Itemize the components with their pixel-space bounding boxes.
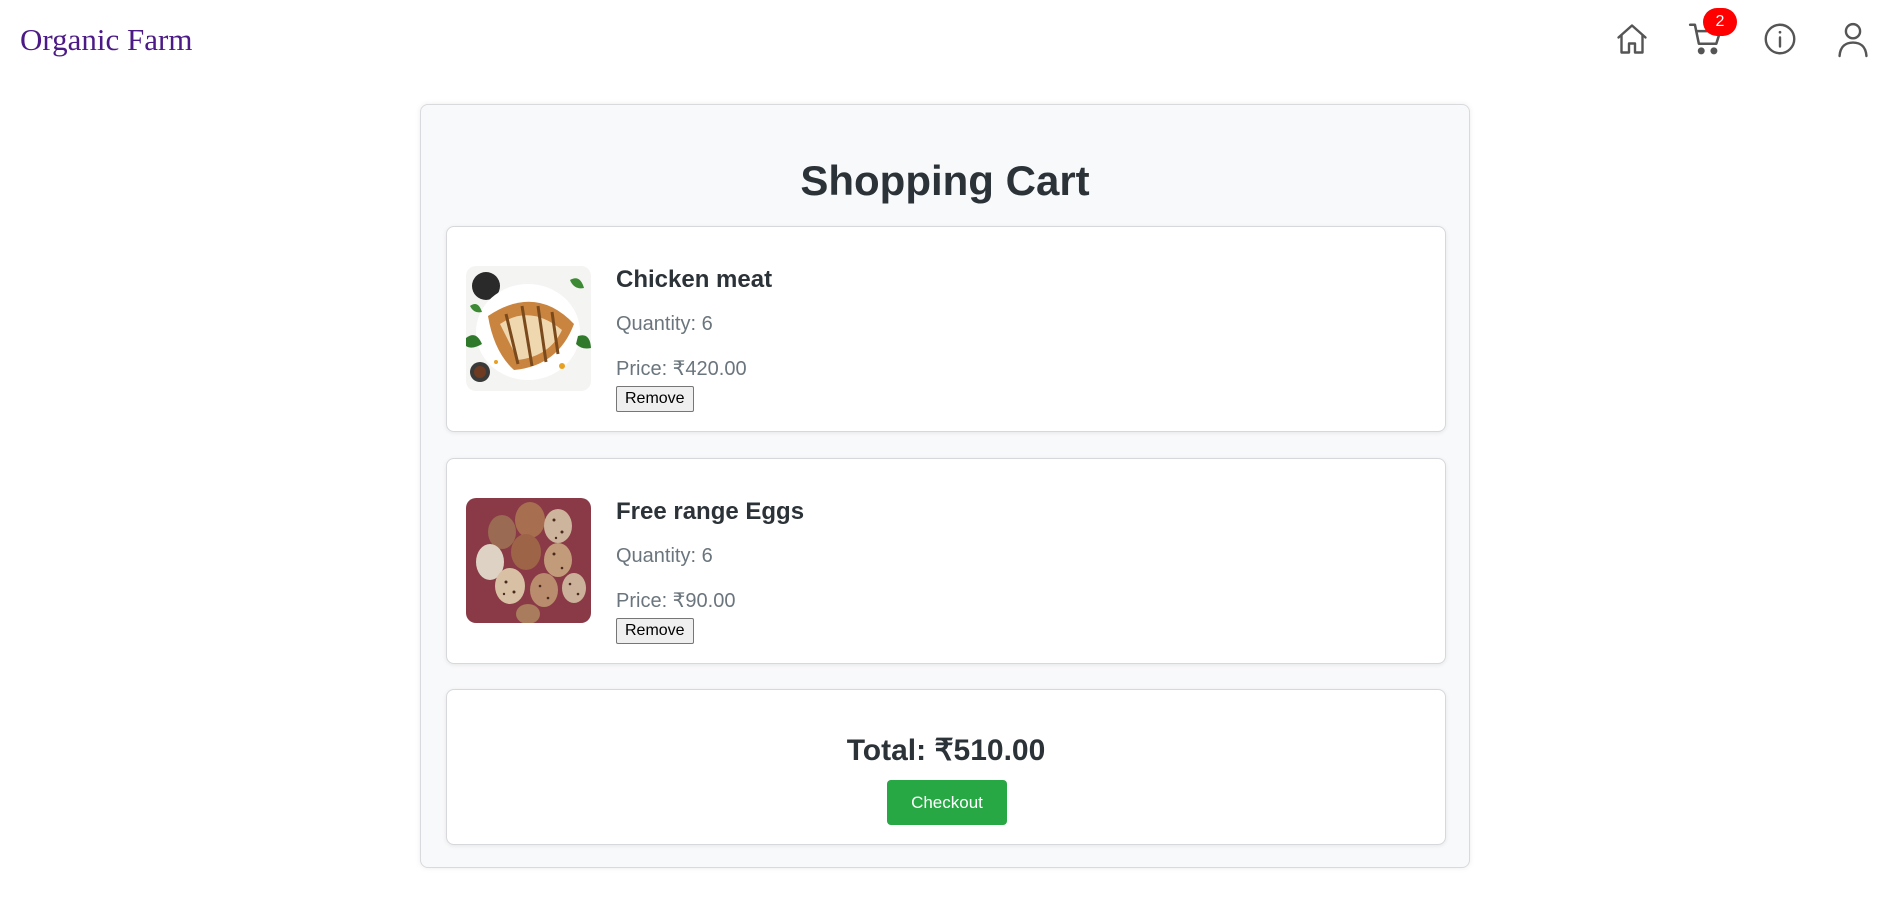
item-name: Chicken meat (616, 266, 773, 293)
chicken-meat-image (466, 266, 591, 391)
cart-total: Total: ₹510.00 (846, 734, 1046, 767)
brand-logo-link[interactable]: Organic Farm (20, 22, 192, 58)
cart-summary: Total: ₹510.00 Checkout (446, 689, 1446, 845)
free-range-eggs-image (466, 498, 591, 623)
info-icon[interactable] (1760, 18, 1800, 60)
cart-count-badge: 2 (1703, 8, 1737, 36)
page-title: Shopping Cart (800, 157, 1090, 204)
user-icon[interactable] (1833, 18, 1873, 60)
checkout-button[interactable]: Checkout (887, 780, 1007, 825)
item-quantity: Quantity: 6 (616, 313, 713, 335)
cart-item: Free range Eggs Quantity: 6 Price: ₹90.0… (446, 458, 1446, 664)
cart-item: Chicken meat Quantity: 6 Price: ₹420.00 … (446, 226, 1446, 432)
item-price: Price: ₹90.00 (616, 590, 736, 612)
remove-item-button[interactable]: Remove (616, 386, 694, 412)
home-icon[interactable] (1612, 18, 1652, 60)
item-price: Price: ₹420.00 (616, 358, 747, 380)
item-quantity: Quantity: 6 (616, 545, 713, 567)
shopping-cart-panel: Shopping Cart Chicken meat Quantity: 6 P… (420, 104, 1470, 868)
item-name: Free range Eggs (616, 498, 805, 525)
remove-item-button[interactable]: Remove (616, 618, 694, 644)
